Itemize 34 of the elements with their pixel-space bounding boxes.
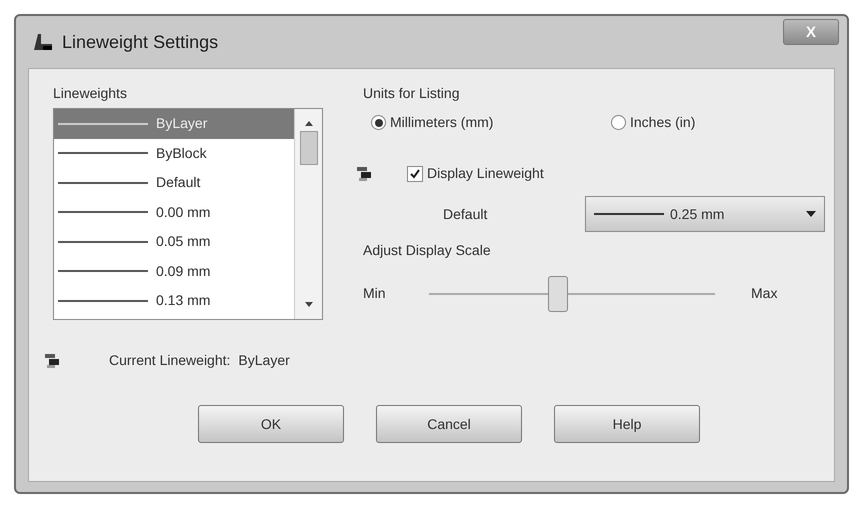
lineweights-label: Lineweights (53, 84, 128, 103)
scroll-down-icon[interactable] (304, 301, 314, 309)
dialog-button[interactable]: Help (554, 405, 700, 443)
units-label: Units for Listing (363, 84, 460, 103)
units-radio[interactable]: Millimeters (mm) (371, 112, 611, 133)
lineweight-icon (355, 164, 373, 182)
default-dropdown[interactable]: 0.25 mm (585, 196, 825, 232)
dialog-button[interactable]: OK (198, 405, 344, 443)
lineweight-icon (43, 352, 61, 370)
current-lineweight-value: ByLayer (238, 351, 290, 370)
default-label: Default (443, 204, 488, 224)
max-label: Max (751, 284, 778, 303)
line-sample-icon (594, 212, 664, 216)
display-lineweight-checkbox[interactable]: Display Lineweight (407, 163, 544, 184)
scroll-up-icon[interactable] (304, 119, 314, 127)
window-title: Lineweight Settings (62, 30, 218, 54)
lineweight-item[interactable]: ByLayer (54, 109, 294, 138)
current-lineweight-label: Current Lineweight: (109, 351, 230, 370)
min-label: Min (363, 284, 387, 303)
app-icon (32, 32, 54, 52)
scale-label: Adjust Display Scale (363, 241, 492, 260)
line-sample-icon (58, 240, 148, 244)
line-sample-icon (58, 210, 148, 214)
line-sample-icon (58, 151, 148, 156)
dialog-button[interactable]: Cancel (376, 405, 522, 443)
checkmark-icon (409, 168, 421, 180)
line-sample-icon (58, 298, 148, 303)
line-sample-icon (58, 122, 148, 126)
line-sample-icon (58, 180, 148, 185)
units-radio[interactable]: Inches (in) (611, 112, 696, 133)
line-sample-icon (58, 269, 148, 274)
caret-icon (806, 211, 816, 217)
scrollbar-thumb[interactable] (300, 131, 318, 165)
slider-thumb[interactable] (548, 276, 568, 312)
